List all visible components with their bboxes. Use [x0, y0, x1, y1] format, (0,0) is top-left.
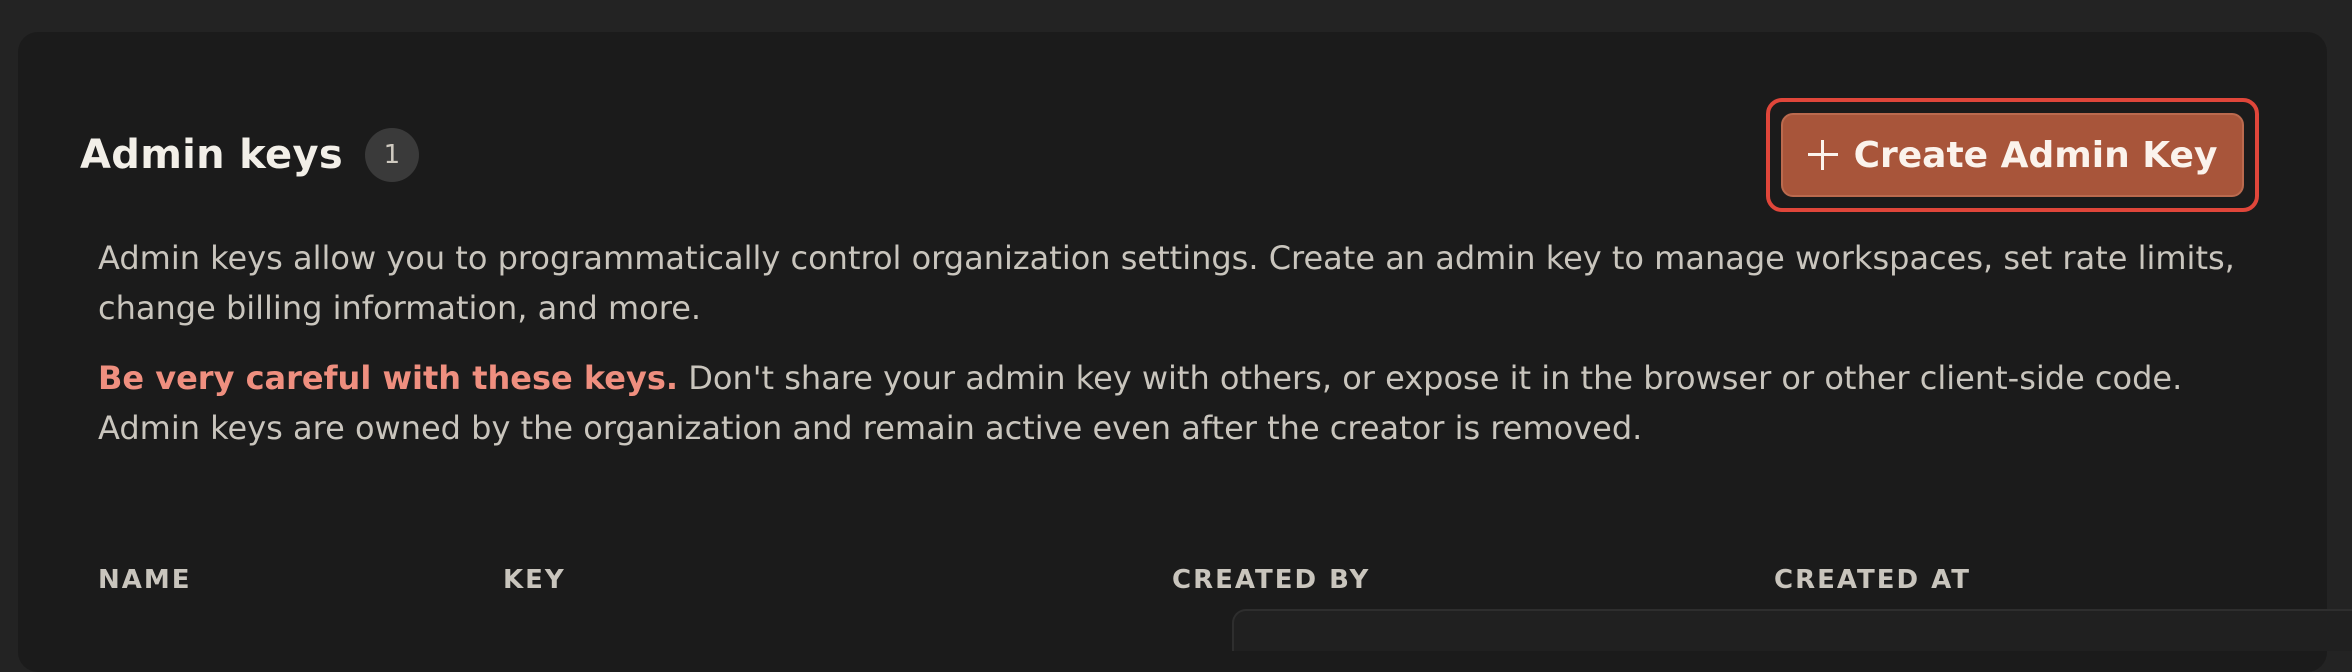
column-header-name[interactable]: NAME: [98, 565, 192, 595]
create-button-highlight: Create Admin Key: [1766, 98, 2259, 212]
overlay-panel-edge: [1232, 609, 2352, 651]
column-header-created-at[interactable]: CREATED AT: [1774, 565, 1971, 595]
admin-keys-header: Admin keys 1: [80, 128, 419, 182]
column-header-key[interactable]: KEY: [503, 565, 566, 595]
warning-emphasis: Be very careful with these keys.: [98, 359, 679, 397]
create-admin-key-label: Create Admin Key: [1853, 134, 2218, 176]
create-admin-key-button[interactable]: Create Admin Key: [1781, 113, 2244, 197]
description-text: Admin keys allow you to programmatically…: [98, 239, 2235, 327]
key-count-badge: 1: [364, 128, 419, 182]
warning-text: Be very careful with these keys. Don't s…: [98, 353, 2238, 453]
plus-icon: [1807, 140, 1838, 170]
page-title: Admin keys: [80, 132, 343, 178]
column-header-created-by[interactable]: CREATED BY: [1172, 565, 1370, 595]
